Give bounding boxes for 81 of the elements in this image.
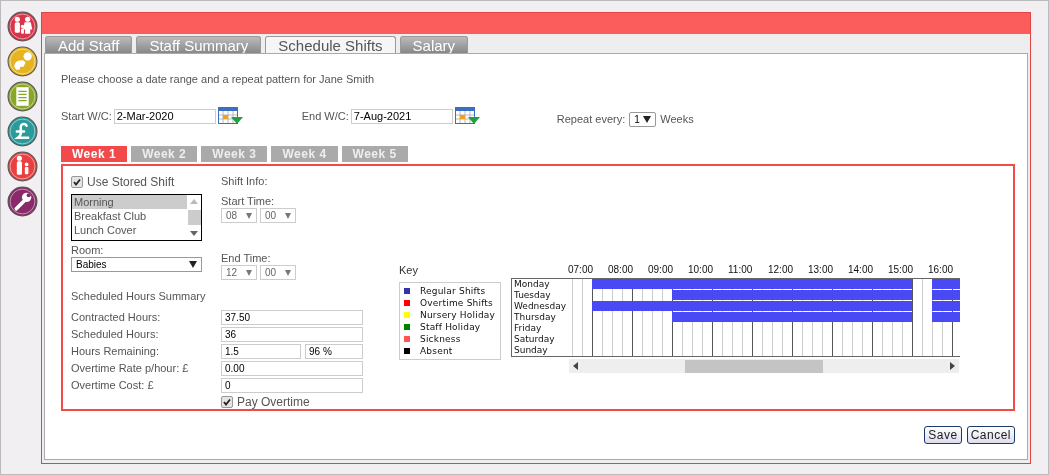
scroll-left-icon[interactable] bbox=[573, 362, 578, 370]
instruction-text: Please choose a date range and a repeat pattern for Jane Smith bbox=[61, 73, 376, 85]
input-field[interactable]: 37.50 bbox=[221, 310, 363, 325]
wrench-icon[interactable] bbox=[7, 186, 38, 217]
hour-label: 07:00 bbox=[568, 264, 595, 277]
unit-label: Weeks bbox=[660, 113, 694, 125]
field-label: Overtime Cost: £ bbox=[71, 378, 155, 393]
field-label: Hours Remaining: bbox=[71, 344, 161, 359]
hour-label: 13:00 bbox=[808, 264, 835, 277]
day-label: Friday bbox=[513, 323, 543, 334]
list-item[interactable]: Morning bbox=[72, 195, 187, 209]
checkbox[interactable] bbox=[221, 396, 233, 408]
document-icon[interactable] bbox=[7, 81, 38, 112]
list-item[interactable]: Breakfast Club bbox=[72, 209, 187, 223]
hour-label: 15:00 bbox=[888, 264, 915, 277]
day-label: Wednesday bbox=[513, 301, 568, 312]
checkbox-label: Pay Overtime bbox=[237, 395, 310, 409]
hour-label: 12:00 bbox=[768, 264, 795, 277]
hour-dropdown[interactable]: 12 bbox=[221, 265, 257, 280]
legend-label: Regular Shifts bbox=[420, 286, 486, 296]
field-label: Start Time: bbox=[221, 195, 276, 207]
legend-label: Sickness bbox=[420, 334, 461, 344]
field-label: Scheduled Hours: bbox=[71, 327, 160, 342]
calendar-icon[interactable] bbox=[454, 107, 481, 125]
checkbox-label: Use Stored Shift bbox=[87, 175, 175, 189]
day-label: Saturday bbox=[513, 334, 556, 345]
legend-label: Overtime Shifts bbox=[420, 298, 493, 308]
checkbox[interactable] bbox=[71, 176, 83, 188]
hour-label: 16:00 bbox=[928, 264, 955, 277]
input-field[interactable]: 1.5 bbox=[221, 344, 301, 359]
legend-label: Absent bbox=[420, 346, 453, 356]
action-button[interactable]: Save bbox=[924, 426, 962, 444]
section-label: Shift Info: bbox=[221, 175, 269, 187]
room-dropdown[interactable]: Babies bbox=[71, 257, 202, 272]
hour-label: 11:00 bbox=[728, 264, 754, 277]
section-title: Scheduled Hours Summary bbox=[71, 290, 207, 302]
family-icon[interactable] bbox=[7, 11, 38, 42]
shift-listbox[interactable]: Morning Breakfast Club Lunch Cover bbox=[71, 194, 202, 241]
action-button[interactable]: Cancel bbox=[966, 426, 1015, 444]
shift-bar bbox=[932, 279, 960, 289]
minute-dropdown[interactable]: 00 bbox=[260, 208, 296, 223]
crawling-baby-icon[interactable] bbox=[7, 46, 38, 77]
input-field[interactable]: 96 % bbox=[305, 344, 363, 359]
day-label: Monday bbox=[513, 279, 551, 290]
scroll-down-icon[interactable] bbox=[190, 231, 198, 236]
input-field[interactable]: 0 bbox=[221, 378, 363, 393]
pound-icon[interactable] bbox=[7, 116, 38, 147]
shift-bar bbox=[932, 290, 960, 300]
field-label: End Time: bbox=[221, 252, 272, 264]
day-label: Tuesday bbox=[513, 290, 552, 301]
minute-dropdown[interactable]: 00 bbox=[260, 265, 296, 280]
hour-label: 09:00 bbox=[648, 264, 675, 277]
list-item[interactable]: Lunch Cover bbox=[72, 223, 187, 237]
legend-label: Staff Holiday bbox=[420, 322, 481, 332]
parent-child-icon[interactable] bbox=[7, 151, 38, 182]
shift-bar bbox=[932, 312, 960, 322]
legend-label: Nursery Holiday bbox=[420, 310, 496, 320]
horizontal-scrollbar[interactable] bbox=[569, 359, 959, 373]
end-date-field[interactable]: 7-Aug-2021 bbox=[350, 108, 453, 124]
field-label: Overtime Rate p/hour: £ bbox=[71, 361, 190, 376]
hour-dropdown[interactable]: 08 bbox=[221, 208, 257, 223]
tab[interactable]: Schedule Shifts bbox=[265, 36, 396, 56]
calendar-icon[interactable] bbox=[217, 107, 244, 125]
field-label: Contracted Hours: bbox=[71, 310, 162, 325]
input-field[interactable]: 0.00 bbox=[221, 361, 363, 376]
scroll-right-icon[interactable] bbox=[950, 362, 955, 370]
repeat-dropdown[interactable]: 1 bbox=[629, 111, 657, 127]
field-label: Repeat every: bbox=[556, 113, 626, 125]
hour-label: 08:00 bbox=[608, 264, 635, 277]
key-title: Key bbox=[399, 264, 419, 276]
shift-bar bbox=[932, 301, 960, 311]
field-label: Start W/C: bbox=[61, 110, 112, 122]
field-label: Room: bbox=[71, 244, 105, 256]
day-label: Thursday bbox=[513, 312, 557, 323]
hour-label: 10:00 bbox=[688, 264, 715, 277]
start-date-field[interactable]: 2-Mar-2020 bbox=[113, 108, 216, 124]
field-label: End W/C: bbox=[301, 110, 349, 122]
day-label: Sunday bbox=[513, 345, 549, 356]
week-tab[interactable]: Week 1 bbox=[61, 146, 128, 162]
input-field[interactable]: 36 bbox=[221, 327, 363, 342]
hour-label: 14:00 bbox=[848, 264, 875, 277]
